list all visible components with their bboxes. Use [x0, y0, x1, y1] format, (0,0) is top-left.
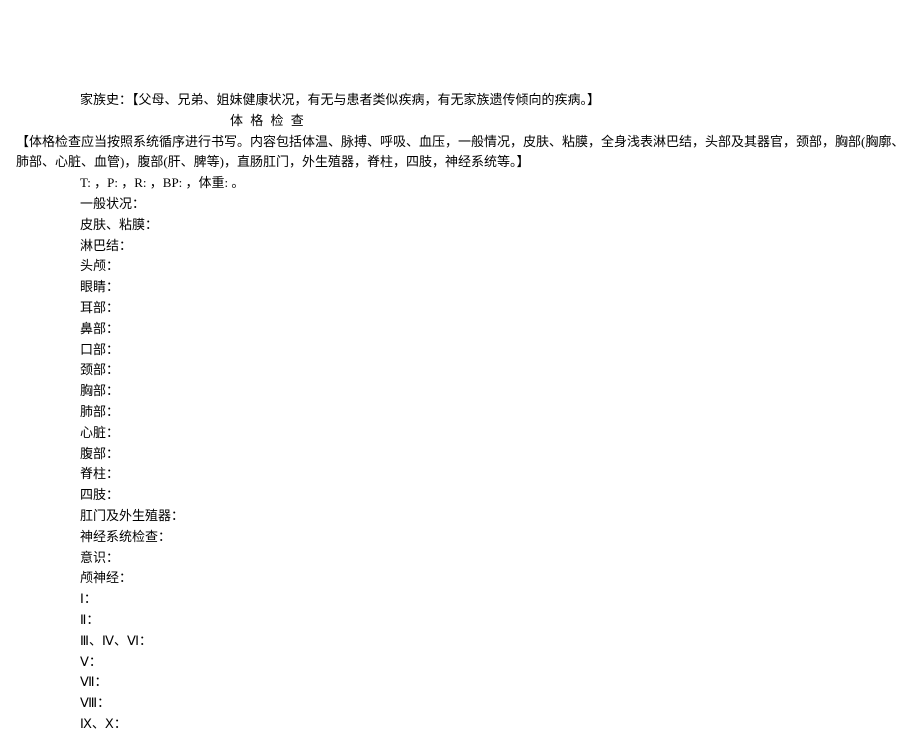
- cranial-nerves: 颅神经：: [80, 568, 910, 589]
- general-status: 一般状况：: [80, 194, 910, 215]
- ears: 耳部：: [80, 298, 910, 319]
- eyes: 眼睛：: [80, 277, 910, 298]
- heart: 心脏：: [80, 423, 910, 444]
- family-history-label: 家族史：: [80, 92, 132, 107]
- cranial-nerve-1: Ⅰ：: [80, 589, 910, 610]
- spine: 脊柱：: [80, 464, 910, 485]
- family-history-line: 家族史：【父母、兄弟、姐妹健康状况，有无与患者类似疾病，有无家族遗传倾向的疾病。…: [10, 90, 910, 111]
- anus-genitalia: 肛门及外生殖器：: [80, 506, 910, 527]
- lung: 肺部：: [80, 402, 910, 423]
- neck: 颈部：: [80, 360, 910, 381]
- cranial-nerve-2: Ⅱ：: [80, 610, 910, 631]
- neuro-exam: 神经系统检查：: [80, 527, 910, 548]
- lymph-nodes: 淋巴结：: [80, 236, 910, 257]
- cranial-nerve-5: Ⅴ：: [80, 652, 910, 673]
- cranial-nerve-910: Ⅸ、Ⅹ：: [80, 714, 910, 735]
- limbs: 四肢：: [80, 485, 910, 506]
- abdomen: 腹部：: [80, 444, 910, 465]
- nose: 鼻部：: [80, 319, 910, 340]
- mouth: 口部：: [80, 340, 910, 361]
- exam-intro: 【体格检查应当按照系统循序进行书写。内容包括体温、脉搏、呼吸、血压，一般情况，皮…: [10, 132, 910, 174]
- chest: 胸部：: [80, 381, 910, 402]
- cranial-nerve-7: Ⅶ：: [80, 672, 910, 693]
- vitals-line: T: ，P: ，R: ，BP: ，体重: 。: [80, 173, 910, 194]
- consciousness: 意识：: [80, 548, 910, 569]
- exam-items: T: ，P: ，R: ，BP: ，体重: 。 一般状况： 皮肤、粘膜： 淋巴结：…: [10, 173, 910, 735]
- head: 头颅：: [80, 256, 910, 277]
- document-content: 家族史：【父母、兄弟、姐妹健康状况，有无与患者类似疾病，有无家族遗传倾向的疾病。…: [0, 0, 920, 735]
- family-history-content: 【父母、兄弟、姐妹健康状况，有无与患者类似疾病，有无家族遗传倾向的疾病。】: [132, 92, 600, 107]
- skin-mucosa: 皮肤、粘膜：: [80, 215, 910, 236]
- cranial-nerve-346: Ⅲ、Ⅳ、Ⅵ：: [80, 631, 910, 652]
- section-title: 体 格 检 查: [10, 111, 910, 132]
